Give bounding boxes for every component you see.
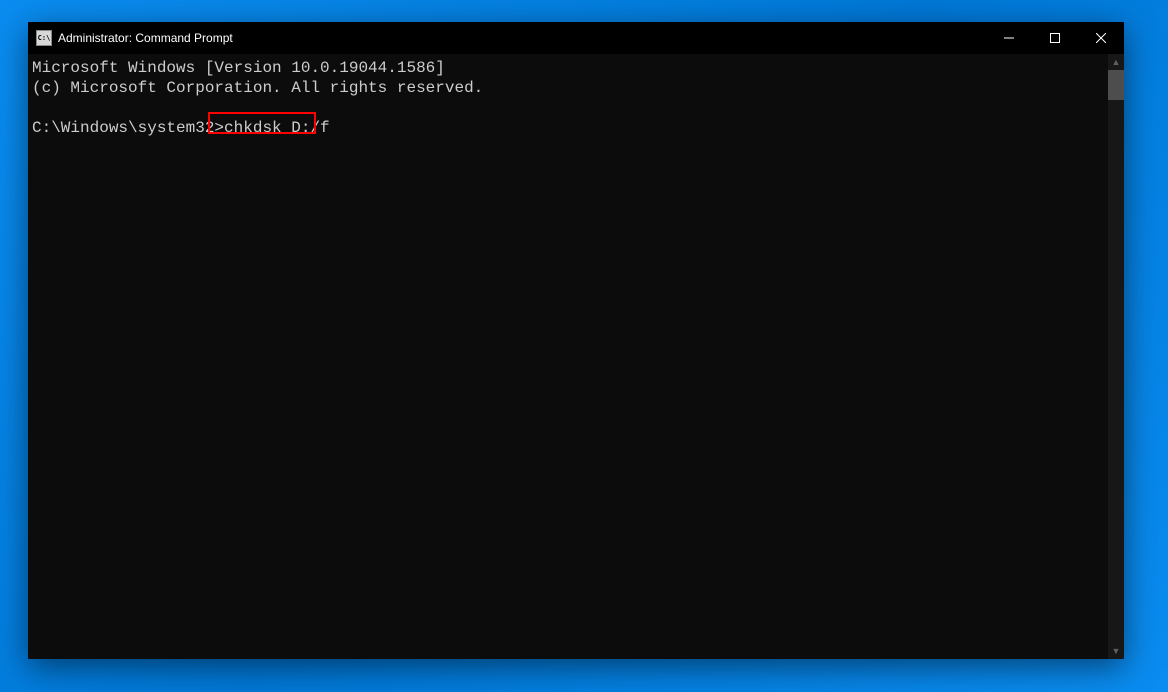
scroll-track[interactable]: [1108, 70, 1124, 643]
terminal-output[interactable]: Microsoft Windows [Version 10.0.19044.15…: [28, 54, 1108, 659]
output-line: (c) Microsoft Corporation. All rights re…: [32, 79, 483, 97]
typed-command: chkdsk D:/f: [224, 119, 330, 137]
window-title: Administrator: Command Prompt: [58, 31, 233, 45]
cursor-icon: [330, 135, 338, 138]
vertical-scrollbar[interactable]: ▲ ▼: [1108, 54, 1124, 659]
output-line: Microsoft Windows [Version 10.0.19044.15…: [32, 59, 445, 77]
close-button[interactable]: [1078, 22, 1124, 54]
terminal-area: Microsoft Windows [Version 10.0.19044.15…: [28, 54, 1124, 659]
scroll-up-icon[interactable]: ▲: [1108, 54, 1124, 70]
maximize-button[interactable]: [1032, 22, 1078, 54]
titlebar[interactable]: C:\ Administrator: Command Prompt: [28, 22, 1124, 54]
minimize-button[interactable]: [986, 22, 1032, 54]
scroll-down-icon[interactable]: ▼: [1108, 643, 1124, 659]
scroll-thumb[interactable]: [1108, 70, 1124, 100]
prompt-path: C:\Windows\system32>: [32, 119, 224, 137]
command-prompt-window: C:\ Administrator: Command Prompt Micros…: [28, 22, 1124, 659]
cmd-icon: C:\: [36, 30, 52, 46]
